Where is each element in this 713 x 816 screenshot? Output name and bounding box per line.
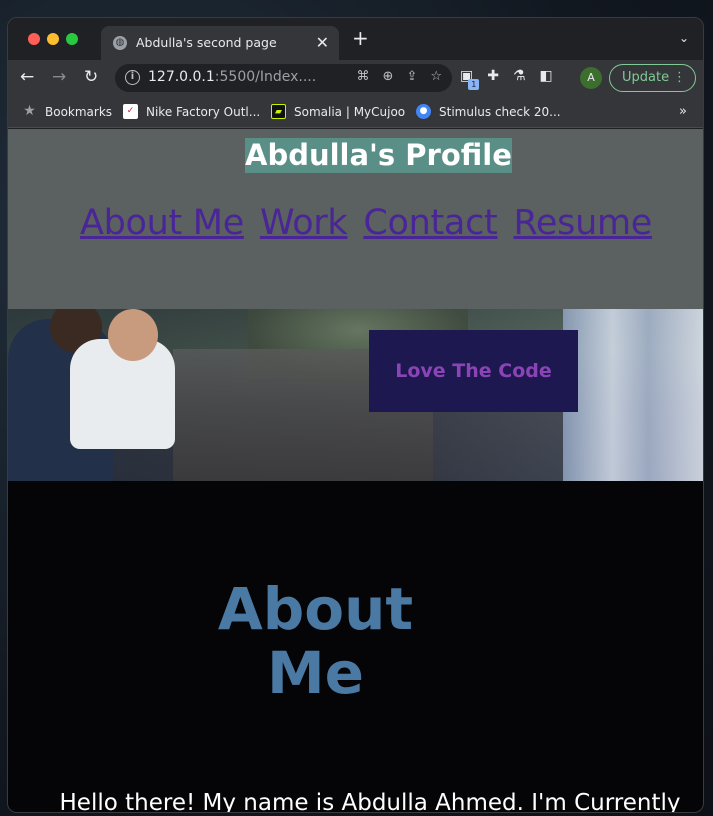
- avatar[interactable]: A: [580, 67, 602, 89]
- site-info-icon[interactable]: i: [125, 70, 140, 85]
- bookmark-item-stimulus[interactable]: ● Stimulus check 20...: [416, 104, 561, 119]
- tab-close-button[interactable]: ✕: [316, 33, 329, 52]
- nav-link-work[interactable]: Work: [260, 203, 348, 243]
- bookmark-label: Stimulus check 20...: [439, 104, 561, 119]
- bookmarks-bar: ★ Bookmarks ✓ Nike Factory Outl... ▰ Som…: [8, 96, 703, 128]
- about-paragraph: Hello there! My name is Abdulla Ahmed. I…: [59, 790, 681, 813]
- url-text[interactable]: 127.0.0.1:5500/Index....: [148, 69, 316, 85]
- translate-icon[interactable]: ⌘: [357, 69, 370, 84]
- new-tab-button[interactable]: +: [352, 28, 369, 48]
- hero-child-head: [108, 309, 158, 361]
- site-header: Abdulla's Profile About Me Work Contact …: [8, 129, 703, 309]
- bookmarks-overflow-button[interactable]: »: [679, 104, 687, 119]
- update-button[interactable]: Update ⋮: [609, 64, 696, 92]
- tab-search-button[interactable]: ⌄: [679, 31, 689, 45]
- maximize-window-button[interactable]: [66, 33, 78, 45]
- more-menu-icon[interactable]: ⋮: [673, 65, 686, 91]
- reload-button[interactable]: ↻: [84, 67, 98, 87]
- bookmark-star-icon[interactable]: ☆: [430, 69, 442, 84]
- share-icon[interactable]: ⇪: [406, 69, 417, 84]
- bookmark-item-nike[interactable]: ✓ Nike Factory Outl...: [123, 104, 260, 119]
- nav-link-about[interactable]: About Me: [80, 203, 244, 243]
- star-icon: ★: [23, 103, 36, 119]
- site-nav: About Me Work Contact Resume: [80, 203, 652, 243]
- close-window-button[interactable]: [28, 33, 40, 45]
- extensions-area: ▣ 1 ✚ ⚗ ◧: [460, 68, 553, 90]
- bookmark-label: Nike Factory Outl...: [146, 104, 261, 119]
- flask-icon[interactable]: ⚗: [513, 68, 526, 84]
- stimulus-icon: ●: [416, 104, 431, 119]
- side-panel-icon[interactable]: ◧: [540, 68, 553, 84]
- tab-title: Abdulla's second page: [136, 35, 277, 50]
- bookmark-item-mycujoo[interactable]: ▰ Somalia | MyCujoo: [271, 104, 405, 119]
- bookmark-label: Bookmarks: [45, 104, 113, 119]
- bookmark-label: Somalia | MyCujoo: [294, 104, 406, 119]
- back-button[interactable]: ←: [20, 67, 34, 87]
- extension-icon[interactable]: ▣ 1: [460, 68, 480, 90]
- forward-button[interactable]: →: [52, 67, 66, 87]
- nav-link-contact[interactable]: Contact: [363, 203, 497, 243]
- address-bar[interactable]: i 127.0.0.1:5500/Index.... ⌘ ⊕ ⇪ ☆: [115, 64, 452, 92]
- nike-icon: ✓: [123, 104, 138, 119]
- page-viewport: Abdulla's Profile About Me Work Contact …: [8, 129, 703, 813]
- about-me-heading: About Me: [208, 577, 423, 705]
- update-label: Update: [622, 70, 670, 85]
- mycujoo-icon: ▰: [271, 104, 286, 119]
- minimize-window-button[interactable]: [47, 33, 59, 45]
- page-title: Abdulla's Profile: [245, 138, 512, 173]
- bookmark-item-bookmarks[interactable]: ★ Bookmarks: [22, 104, 112, 119]
- omnibox-actions: ⌘ ⊕ ⇪ ☆: [357, 69, 442, 84]
- zoom-icon[interactable]: ⊕: [383, 69, 394, 84]
- browser-window: ◍ Abdulla's second page ✕ + ⌄ ← → ↻ i 12…: [7, 17, 704, 813]
- about-heading-line1: About: [217, 575, 414, 643]
- globe-icon: ◍: [113, 36, 127, 50]
- nav-link-resume[interactable]: Resume: [513, 203, 652, 243]
- tab-active[interactable]: ◍ Abdulla's second page ✕: [101, 26, 339, 60]
- about-heading-line2: Me: [266, 639, 365, 707]
- love-the-code-button[interactable]: Love The Code: [369, 330, 578, 412]
- tab-strip: ◍ Abdulla's second page ✕ + ⌄: [8, 18, 703, 60]
- hero-banner-image: Love The Code: [8, 309, 703, 481]
- hero-waterfall: [563, 309, 703, 481]
- browser-toolbar: ← → ↻ i 127.0.0.1:5500/Index.... ⌘ ⊕ ⇪ ☆…: [8, 60, 703, 96]
- puzzle-icon[interactable]: ✚: [487, 68, 499, 84]
